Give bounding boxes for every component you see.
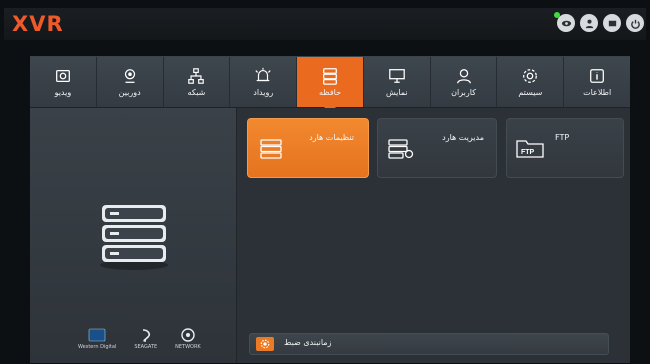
tab-users[interactable]: کاربران bbox=[431, 57, 498, 107]
ftp-folder-icon: FTP bbox=[516, 140, 544, 158]
wd-logo: Western Digital bbox=[78, 328, 116, 350]
user-icon bbox=[456, 69, 471, 84]
tab-info[interactable]: اطلاعات bbox=[564, 57, 630, 107]
ftp-card[interactable]: FTP FTP bbox=[506, 118, 624, 178]
seagate-label: SEAGATE bbox=[134, 344, 158, 350]
webcam-icon bbox=[124, 69, 135, 83]
tab-info-label: اطلاعات bbox=[583, 88, 612, 97]
tab-storage[interactable]: حافظه bbox=[297, 57, 364, 113]
tab-display[interactable]: نمایش bbox=[364, 57, 431, 107]
tab-system[interactable]: سیستم bbox=[497, 57, 565, 107]
tab-network[interactable]: شبکه bbox=[164, 57, 231, 107]
content-area: تنظیمات هارد مدیریت هارد FTP FTP زمانبند… bbox=[237, 108, 630, 363]
gear-icon bbox=[523, 69, 538, 83]
title-bar: XVR bbox=[4, 8, 646, 40]
info-icon bbox=[590, 69, 605, 83]
dvr-screen: XVR ویدیو دوربین شبکه رویداد حافظه نمایش… bbox=[0, 0, 650, 364]
tab-users-label: کاربران bbox=[451, 88, 476, 97]
hdd-manage-card[interactable]: مدیریت هارد bbox=[377, 118, 497, 178]
third-brand-logo: NETWORK bbox=[175, 328, 201, 350]
monitor-icon[interactable] bbox=[603, 14, 621, 32]
hdd-manage-label: مدیریت هارد bbox=[442, 133, 484, 142]
storage-icon bbox=[323, 68, 337, 85]
power-icon[interactable] bbox=[626, 14, 644, 32]
main-panel: ویدیو دوربین شبکه رویداد حافظه نمایش کار… bbox=[30, 56, 630, 363]
wd-label: Western Digital bbox=[78, 344, 117, 350]
hdd-settings-icon bbox=[260, 139, 282, 159]
alarm-icon bbox=[255, 67, 271, 82]
status-dot bbox=[554, 12, 560, 18]
nav-bar: ویدیو دوربین شبکه رویداد حافظه نمایش کار… bbox=[30, 57, 630, 113]
tab-camera-label: دوربین bbox=[118, 88, 141, 97]
ftp-label: FTP bbox=[555, 133, 570, 142]
hdd-manage-icon bbox=[388, 139, 414, 159]
tab-video[interactable]: ویدیو bbox=[30, 57, 97, 107]
record-schedule-button[interactable]: زمانبندی ضبط bbox=[249, 333, 609, 355]
tab-event-label: رویداد bbox=[253, 88, 274, 97]
hdd-settings-card[interactable]: تنظیمات هارد bbox=[247, 118, 369, 178]
tab-video-label: ویدیو bbox=[54, 88, 72, 97]
hdd-settings-label: تنظیمات هارد bbox=[309, 133, 354, 142]
hdd-stack-icon bbox=[100, 205, 168, 270]
user-icon[interactable] bbox=[580, 14, 598, 32]
tab-camera[interactable]: دوربین bbox=[97, 57, 164, 107]
tab-storage-label: حافظه bbox=[318, 88, 342, 97]
eye-icon[interactable] bbox=[554, 12, 575, 32]
svg-text:FTP: FTP bbox=[521, 149, 535, 156]
app-logo: XVR bbox=[12, 12, 64, 36]
top-icons bbox=[554, 12, 644, 32]
tab-display-label: نمایش bbox=[385, 88, 408, 97]
tab-network-label: شبکه bbox=[187, 88, 206, 97]
camera-icon bbox=[55, 69, 70, 83]
seagate-logo: SEAGATE bbox=[134, 328, 157, 350]
record-schedule-label: زمانبندی ضبط bbox=[284, 338, 332, 347]
tab-event[interactable]: رویداد bbox=[230, 57, 298, 107]
left-pane: Western Digital SEAGATE NETWORK bbox=[30, 108, 237, 363]
brand-logos: Western Digital SEAGATE NETWORK bbox=[78, 328, 201, 350]
display-icon bbox=[388, 69, 405, 83]
schedule-gear-icon bbox=[256, 337, 274, 351]
third-brand-label: NETWORK bbox=[175, 344, 201, 350]
tab-system-label: سیستم bbox=[518, 88, 543, 97]
network-icon bbox=[188, 68, 205, 84]
